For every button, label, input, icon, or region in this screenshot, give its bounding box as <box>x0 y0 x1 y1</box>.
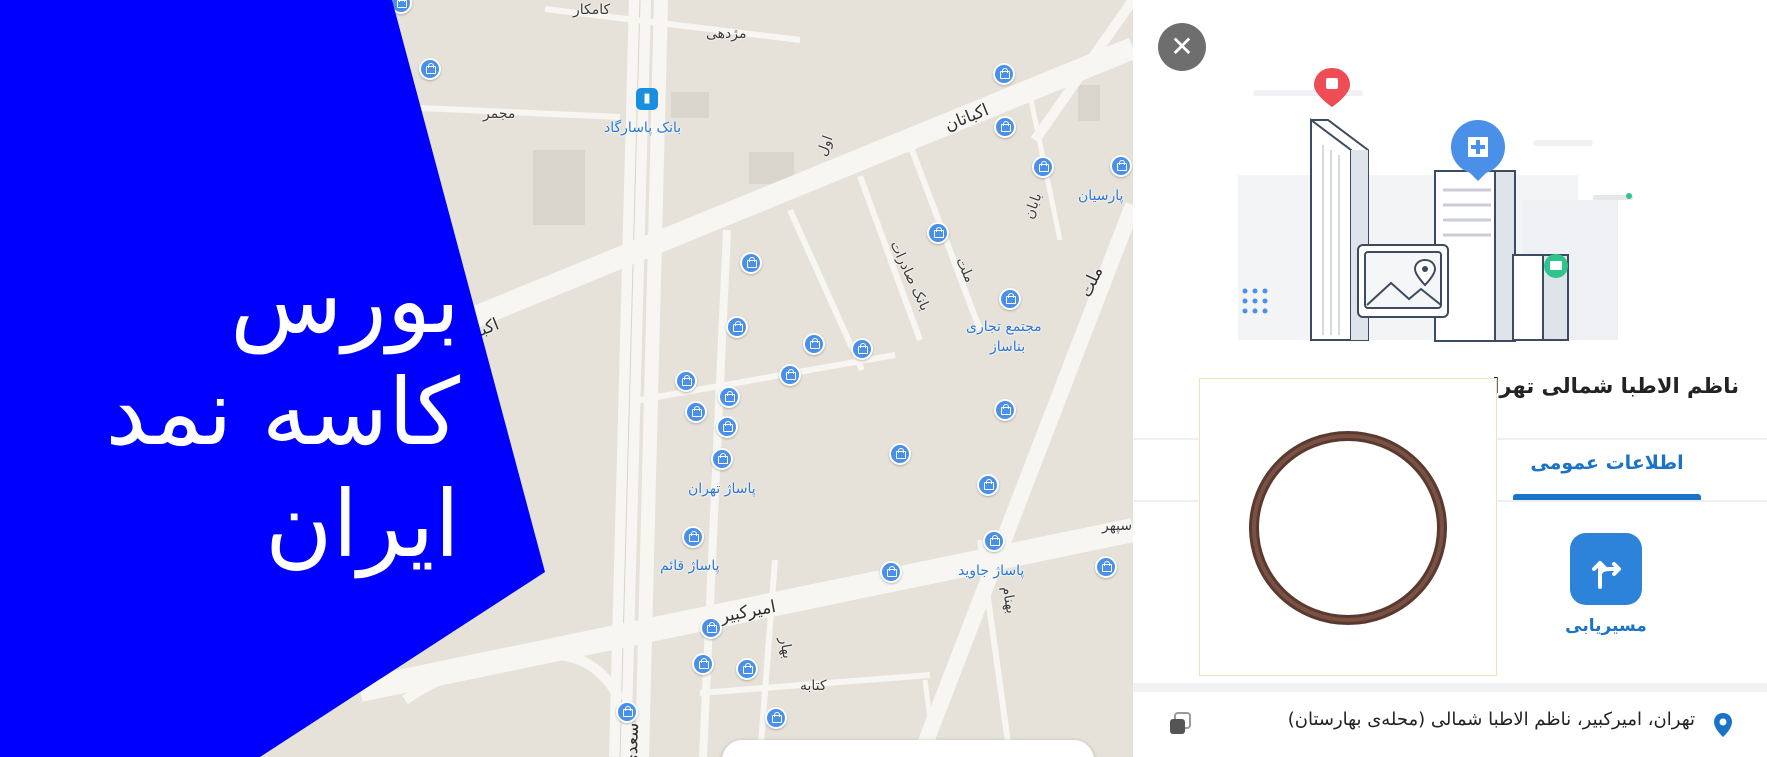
shopping-bag-icon[interactable] <box>999 288 1021 310</box>
store-pin-icon <box>1544 254 1568 278</box>
shopping-bag-icon[interactable] <box>1095 556 1117 578</box>
shopping-bag-icon[interactable] <box>977 474 999 496</box>
shopping-bag-icon[interactable] <box>616 701 638 723</box>
shopping-bag-icon[interactable] <box>993 63 1015 85</box>
shopping-bag-icon[interactable] <box>803 333 825 355</box>
shopping-bag-icon[interactable] <box>711 448 733 470</box>
map-bottom-control[interactable] <box>722 740 1094 757</box>
poi-label-mojtama-tejari[interactable]: مجتمع تجاری <box>966 319 1042 335</box>
shopping-bag-icon[interactable] <box>889 443 911 465</box>
street-label-sepehr: سپهر <box>1102 518 1133 534</box>
shopping-bag-icon[interactable] <box>675 370 697 392</box>
poi-label-banasaz[interactable]: بناساز <box>990 339 1025 355</box>
road-label-saadi: سعدی <box>621 722 644 757</box>
place-title: ناظم الاطبا شمالی تهران <box>1474 374 1739 398</box>
bus-stop-icon[interactable]: ▮ <box>636 88 658 110</box>
street-label-bahar: بهار <box>775 636 796 660</box>
shopping-bag-icon[interactable] <box>716 416 738 438</box>
poi-label-parsian[interactable]: پارسیان <box>1078 188 1123 204</box>
street-label-kamkar: کامکار <box>573 2 611 18</box>
poi-label-pasaj-ghaem[interactable]: پاساژ قائم <box>660 558 720 574</box>
shopping-bag-icon[interactable] <box>880 561 902 583</box>
promo-overlay: بورس کاسه نمد ایران <box>0 0 560 757</box>
poi-label-bank-pasargad[interactable]: بانک پاسارگاد <box>604 120 681 136</box>
shopping-bag-icon[interactable] <box>994 399 1016 421</box>
tab-general-info[interactable]: اطلاعات عمومی <box>1513 452 1701 474</box>
promo-line-3: ایران <box>264 471 460 578</box>
close-icon: ✕ <box>1170 30 1194 63</box>
rubber-ring-image <box>1249 431 1447 625</box>
shopping-bag-icon[interactable] <box>1032 156 1054 178</box>
directions-icon <box>1592 561 1621 589</box>
location-icon <box>1714 713 1732 737</box>
shopping-bag-icon[interactable] <box>726 316 748 338</box>
shopping-bag-icon[interactable] <box>736 658 758 680</box>
shopping-bag-icon[interactable] <box>682 526 704 548</box>
shopping-bag-icon[interactable] <box>983 530 1005 552</box>
place-detail-panel: ✕ ناظم الاطبا شمالی تهران اطلاعات عمومی … <box>1133 0 1767 757</box>
shopping-pin-icon <box>1314 68 1350 107</box>
promo-line-2: کاسه نمد <box>105 359 460 466</box>
close-button[interactable]: ✕ <box>1158 23 1206 71</box>
shopping-bag-icon[interactable] <box>927 222 949 244</box>
shopping-bag-icon[interactable] <box>685 401 707 423</box>
shopping-bag-icon[interactable] <box>718 386 740 408</box>
copy-icon[interactable] <box>1166 710 1194 738</box>
street-label-mojdehi: مژدهی <box>706 26 747 42</box>
poi-label-pasaj-tehran[interactable]: پاساژ تهران <box>688 481 756 497</box>
address-text: تهران، امیرکبیر، ناظم الاطبا شمالی (محله… <box>1287 709 1695 730</box>
place-photo[interactable] <box>1199 378 1497 676</box>
shopping-bag-icon[interactable] <box>994 116 1016 138</box>
promo-headline: بورس کاسه نمد ایران <box>40 245 460 581</box>
directions-label[interactable]: مسیریابی <box>1533 616 1679 636</box>
promo-line-1: بورس <box>230 247 460 354</box>
shopping-bag-icon[interactable] <box>779 364 801 386</box>
shopping-bag-icon[interactable] <box>851 338 873 360</box>
shopping-bag-icon[interactable] <box>740 252 762 274</box>
shopping-bag-icon[interactable] <box>692 653 714 675</box>
city-illustration <box>1238 68 1633 342</box>
shopping-bag-icon[interactable] <box>700 617 722 639</box>
poi-label-pasaj-javid[interactable]: پاساژ جاوید <box>958 563 1024 579</box>
shopping-bag-icon[interactable] <box>1110 155 1132 177</box>
street-label-ketabeh: کتابه <box>800 678 827 694</box>
directions-button[interactable] <box>1570 533 1642 605</box>
shopping-bag-icon[interactable] <box>765 707 787 729</box>
